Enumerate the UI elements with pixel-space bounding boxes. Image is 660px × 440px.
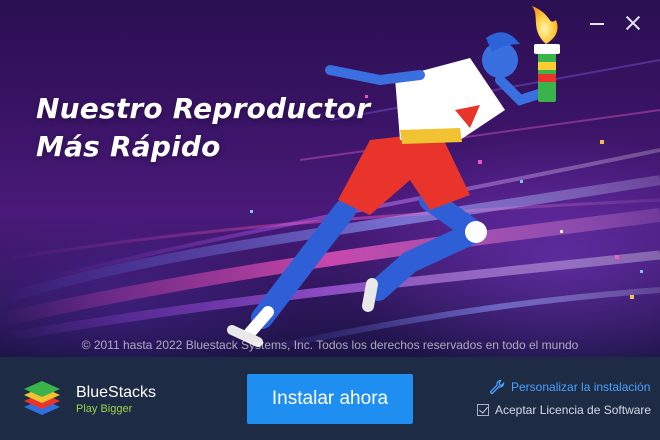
install-now-button[interactable]: Instalar ahora bbox=[247, 374, 413, 424]
headline-line-2: Más Rápido bbox=[36, 130, 221, 163]
hero-headline: Nuestro Reproductor Más Rápido bbox=[36, 90, 370, 166]
brand-tagline: Play Bigger bbox=[76, 403, 133, 415]
brand-name: BlueStacks bbox=[76, 384, 157, 401]
hero-banner: Nuestro Reproductor Más Rápido © 2011 ha… bbox=[0, 0, 660, 357]
installer-footer: BlueStacks Play Bigger Instalar ahora Pe… bbox=[0, 357, 660, 440]
headline-line-1: Nuestro Reproductor bbox=[36, 92, 371, 125]
license-checkbox[interactable] bbox=[477, 404, 489, 416]
customize-install-link[interactable]: Personalizar la instalación bbox=[489, 379, 650, 395]
copyright-notice: © 2011 hasta 2022 Bluestack Systems, Inc… bbox=[81, 338, 579, 352]
bluestacks-logo-icon bbox=[24, 381, 60, 415]
wrench-icon bbox=[490, 379, 505, 394]
close-icon[interactable] bbox=[624, 14, 642, 32]
brand: BlueStacks Play Bigger bbox=[76, 384, 156, 416]
license-label: Aceptar Licencia de Software bbox=[495, 403, 652, 417]
window-controls bbox=[588, 14, 642, 32]
runner-illustration bbox=[0, 6, 660, 353]
minimize-icon[interactable] bbox=[588, 14, 606, 32]
license-agreement[interactable]: Aceptar Licencia de Software bbox=[477, 403, 651, 417]
customize-install-label: Personalizar la instalación bbox=[511, 380, 651, 394]
